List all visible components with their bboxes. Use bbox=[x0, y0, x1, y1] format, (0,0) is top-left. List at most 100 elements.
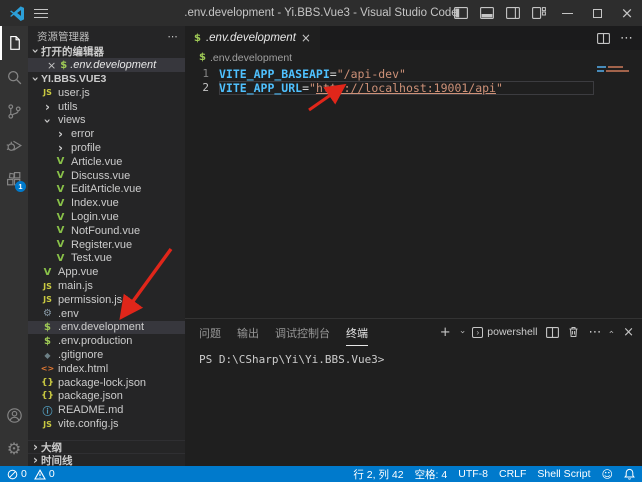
editor-more-actions-icon[interactable]: ⋯ bbox=[620, 32, 633, 45]
minimize-button[interactable] bbox=[552, 0, 582, 26]
tree-item-utils[interactable]: ›utils bbox=[28, 100, 185, 114]
menu-icon[interactable] bbox=[34, 9, 48, 18]
file-tree: JSuser.js›utils›views›error›profileVArti… bbox=[28, 86, 185, 431]
tree-item-Article.vue[interactable]: VArticle.vue bbox=[28, 155, 185, 169]
terminal[interactable]: PS D:\CSharp\Yi\Yi.BBS.Vue3> bbox=[185, 345, 642, 366]
explorer-icon[interactable] bbox=[0, 26, 28, 60]
shell-badge[interactable]: › powershell bbox=[472, 326, 537, 338]
tree-item-Discuss.vue[interactable]: VDiscuss.vue bbox=[28, 169, 185, 183]
tree-item-Register.vue[interactable]: VRegister.vue bbox=[28, 238, 185, 252]
close-editor-icon[interactable]: × bbox=[47, 59, 56, 72]
tree-item-main.js[interactable]: JSmain.js bbox=[28, 279, 185, 293]
tree-item-NotFound.vue[interactable]: VNotFound.vue bbox=[28, 224, 185, 238]
maximize-panel-icon[interactable]: › bbox=[607, 330, 617, 334]
tab-terminal[interactable]: 终端 bbox=[346, 319, 368, 346]
source-control-icon[interactable] bbox=[0, 94, 28, 128]
powershell-icon: › bbox=[472, 327, 483, 338]
tree-item-EditArticle.vue[interactable]: VEditArticle.vue bbox=[28, 183, 185, 197]
eol-sequence[interactable]: CRLF bbox=[499, 468, 526, 480]
tree-item-permission.js[interactable]: JSpermission.js bbox=[28, 293, 185, 307]
new-terminal-icon[interactable]: + bbox=[440, 326, 451, 339]
close-panel-icon[interactable]: × bbox=[623, 326, 634, 339]
url-link[interactable]: http://localhost:19001/api bbox=[316, 81, 496, 95]
js-icon: JS bbox=[40, 282, 55, 291]
explorer-more-actions-icon[interactable]: ⋯ bbox=[168, 31, 180, 43]
split-editor-icon[interactable] bbox=[597, 33, 610, 44]
language-mode[interactable]: Shell Script bbox=[537, 468, 590, 480]
tree-item-error[interactable]: ›error bbox=[28, 127, 185, 141]
vue-icon: V bbox=[53, 198, 68, 209]
tab-problems[interactable]: 问题 bbox=[199, 319, 221, 345]
toggle-secondary-sidebar-icon[interactable] bbox=[500, 0, 526, 26]
env-file-icon: $ bbox=[60, 60, 67, 71]
tree-item-views[interactable]: ›views bbox=[28, 114, 185, 128]
encoding[interactable]: UTF-8 bbox=[458, 468, 488, 480]
cursor-position[interactable]: 行 2, 列 42 bbox=[353, 467, 403, 482]
run-debug-icon[interactable] bbox=[0, 128, 28, 162]
titlebar: .env.development - Yi.BBS.Vue3 - Visual … bbox=[0, 0, 642, 26]
tree-item-.env[interactable]: ⚙.env bbox=[28, 307, 185, 321]
extensions-icon[interactable]: 1 bbox=[0, 162, 28, 196]
tree-item-Index.vue[interactable]: VIndex.vue bbox=[28, 196, 185, 210]
tree-item-profile[interactable]: ›profile bbox=[28, 141, 185, 155]
sidebar-title: 资源管理器 bbox=[37, 29, 90, 44]
tab-debug-console[interactable]: 调试控制台 bbox=[275, 319, 330, 345]
timeline-section[interactable]: › 时间线 bbox=[28, 453, 185, 466]
json-icon: {} bbox=[40, 391, 55, 401]
tree-item-.env.production[interactable]: $.env.production bbox=[28, 334, 185, 348]
chevron-icon: › bbox=[53, 141, 68, 155]
problems-status[interactable]: 0 0 bbox=[7, 468, 55, 480]
customize-layout-icon[interactable] bbox=[526, 0, 552, 26]
tree-item-label: Register.vue bbox=[71, 239, 132, 251]
tree-item-index.html[interactable]: <>index.html bbox=[28, 362, 185, 376]
open-editors-section[interactable]: › 打开的编辑器 bbox=[28, 44, 185, 58]
split-terminal-icon[interactable] bbox=[546, 327, 559, 338]
terminal-dropdown-icon[interactable]: › bbox=[456, 330, 466, 334]
tab-output[interactable]: 输出 bbox=[237, 319, 259, 345]
tree-item-label: Index.vue bbox=[71, 197, 119, 209]
kill-terminal-icon[interactable] bbox=[568, 326, 579, 338]
toggle-panel-icon[interactable] bbox=[474, 0, 500, 26]
code-editor[interactable]: 1 VITE_APP_BASEAPI="/api-dev" 2 VITE_APP… bbox=[185, 65, 642, 318]
tree-item-label: package-lock.json bbox=[58, 377, 146, 389]
tree-item-README.md[interactable]: ⓘREADME.md bbox=[28, 403, 185, 417]
tree-item-.gitignore[interactable]: ◆.gitignore bbox=[28, 348, 185, 362]
tab-env-development[interactable]: $ .env.development × bbox=[185, 26, 320, 50]
tree-item-package.json[interactable]: {}package.json bbox=[28, 390, 185, 404]
maximize-button[interactable] bbox=[582, 0, 612, 26]
tree-item-.env.development[interactable]: $.env.development bbox=[28, 321, 185, 335]
notifications-bell-icon[interactable] bbox=[624, 468, 635, 480]
env-icon: $ bbox=[40, 322, 55, 333]
tree-item-label: App.vue bbox=[58, 266, 98, 278]
panel-header: 问题 输出 调试控制台 终端 + › › powershell bbox=[185, 319, 642, 345]
breadcrumb[interactable]: $ .env.development bbox=[185, 50, 642, 65]
tree-item-package-lock.json[interactable]: {}package-lock.json bbox=[28, 376, 185, 390]
tree-item-label: .env.production bbox=[58, 335, 132, 347]
outline-section[interactable]: › 大纲 bbox=[28, 440, 185, 453]
js-icon: JS bbox=[40, 88, 55, 97]
tree-item-user.js[interactable]: JSuser.js bbox=[28, 86, 185, 100]
minimap[interactable] bbox=[597, 66, 641, 74]
indentation[interactable]: 空格: 4 bbox=[415, 467, 448, 482]
line-number: 2 bbox=[185, 81, 209, 95]
tree-item-label: Test.vue bbox=[71, 252, 112, 264]
tree-item-Login.vue[interactable]: VLogin.vue bbox=[28, 210, 185, 224]
vscode-window: .env.development - Yi.BBS.Vue3 - Visual … bbox=[0, 0, 642, 482]
chevron-icon: › bbox=[53, 127, 68, 141]
tree-item-Test.vue[interactable]: VTest.vue bbox=[28, 252, 185, 266]
account-icon[interactable] bbox=[0, 398, 28, 432]
close-window-button[interactable]: × bbox=[612, 0, 642, 26]
tree-item-App.vue[interactable]: VApp.vue bbox=[28, 265, 185, 279]
settings-gear-icon[interactable]: ⚙ bbox=[0, 432, 28, 466]
vscode-logo-icon bbox=[9, 5, 25, 21]
tree-item-label: .env.development bbox=[58, 321, 144, 333]
feedback-smiley-icon[interactable]: ☺ bbox=[602, 469, 613, 480]
close-tab-icon[interactable]: × bbox=[301, 31, 311, 45]
open-editor-item[interactable]: × $ .env.development bbox=[28, 58, 185, 72]
tree-item-vite.config.js[interactable]: JSvite.config.js bbox=[28, 417, 185, 431]
tree-item-label: profile bbox=[71, 142, 101, 154]
project-section[interactable]: › YI.BBS.VUE3 bbox=[28, 72, 185, 86]
panel-more-actions-icon[interactable]: ⋯ bbox=[588, 326, 601, 339]
search-icon[interactable] bbox=[0, 60, 28, 94]
toggle-primary-sidebar-icon[interactable] bbox=[448, 0, 474, 26]
